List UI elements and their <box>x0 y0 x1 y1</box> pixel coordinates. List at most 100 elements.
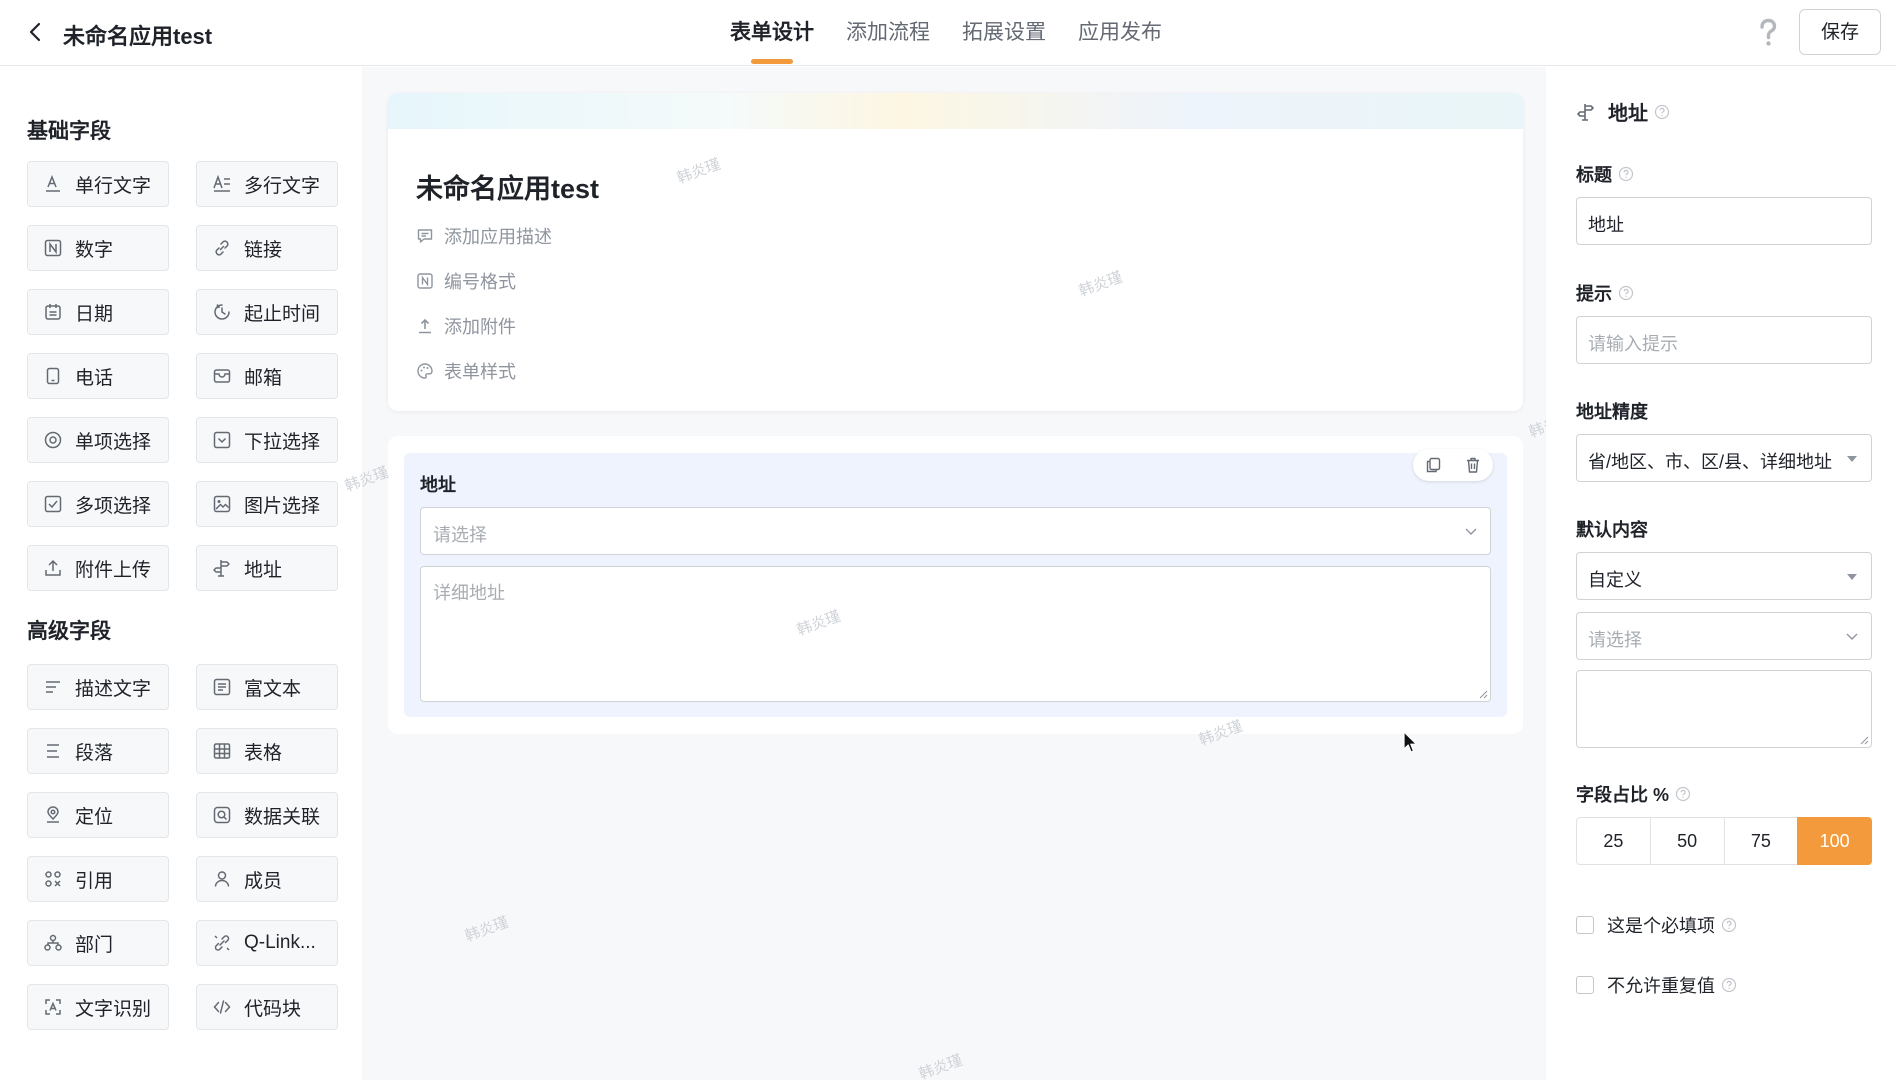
field-image-choice[interactable]: 图片选择 <box>196 481 338 527</box>
copy-icon[interactable] <box>1424 456 1442 474</box>
number-format-link[interactable]: 编号格式 <box>416 268 516 294</box>
ratio-option-100[interactable]: 100 <box>1797 817 1872 865</box>
address-signpost-icon <box>213 560 230 577</box>
rich-text-icon <box>213 678 231 696</box>
no-duplicate-checkbox[interactable] <box>1576 976 1594 994</box>
address-precision-select[interactable]: 省/地区、市、区/县、详细地址 <box>1576 434 1872 482</box>
field-q-link[interactable]: Q-Link... <box>196 920 338 966</box>
number-icon <box>44 239 62 257</box>
tab-add-workflow[interactable]: 添加流程 <box>846 0 930 66</box>
attachment-upload-icon <box>419 318 431 334</box>
field-date[interactable]: 日期 <box>27 289 169 335</box>
resize-handle-icon[interactable] <box>1859 735 1869 745</box>
question-circle-icon[interactable] <box>1721 917 1737 933</box>
question-circle-icon[interactable] <box>1721 977 1737 993</box>
help-icon[interactable] <box>1756 18 1780 48</box>
field-label: 部门 <box>75 934 114 956</box>
precision-label: 地址精度 <box>1576 402 1648 422</box>
ratio-option-50[interactable]: 50 <box>1649 817 1725 865</box>
number-format-icon <box>417 273 433 289</box>
field-label: Q-Link... <box>244 932 316 953</box>
field-toolbar <box>1413 449 1493 481</box>
basic-fields-title: 基础字段 <box>27 120 111 143</box>
text-multiline-icon <box>213 174 230 192</box>
unique-checkbox-row[interactable]: 不允许重复值 <box>1576 972 1737 998</box>
field-label: 单行文字 <box>75 175 152 197</box>
back-arrow-icon[interactable] <box>24 20 48 44</box>
detail-address-textarea[interactable]: 详细地址 <box>420 566 1491 702</box>
field-single-choice[interactable]: 单项选择 <box>27 417 169 463</box>
comment-icon <box>417 229 433 243</box>
field-label: 段落 <box>75 742 114 764</box>
required-checkbox[interactable] <box>1576 916 1594 934</box>
qlink-icon <box>214 935 230 951</box>
field-code-block[interactable]: 代码块 <box>196 984 338 1030</box>
question-circle-icon[interactable] <box>1618 285 1634 301</box>
field-ratio-segmented: 25 50 75 100 <box>1576 817 1872 865</box>
tab-form-design[interactable]: 表单设计 <box>730 0 814 66</box>
no-duplicate-label: 不允许重复值 <box>1607 976 1715 996</box>
ocr-icon <box>45 999 61 1015</box>
field-label: 数据关联 <box>244 806 321 828</box>
field-number[interactable]: 数字 <box>27 225 169 271</box>
form-title[interactable]: 未命名应用test <box>416 167 599 206</box>
field-dropdown[interactable]: 下拉选择 <box>196 417 338 463</box>
field-email[interactable]: 邮箱 <box>196 353 338 399</box>
resize-handle-icon[interactable] <box>1478 689 1488 699</box>
field-multi-choice[interactable]: 多项选择 <box>27 481 169 527</box>
address-field-card[interactable]: 地址 请选择 详细地址 <box>388 436 1523 734</box>
question-circle-icon[interactable] <box>1654 104 1670 120</box>
field-label: 成员 <box>244 870 283 892</box>
region-select[interactable]: 请选择 <box>420 507 1491 555</box>
default-region-select[interactable]: 请选择 <box>1576 612 1872 660</box>
tab-app-publish[interactable]: 应用发布 <box>1078 0 1162 66</box>
field-multi-line-text[interactable]: 多行文字 <box>196 161 338 207</box>
default-detail-textarea[interactable] <box>1576 670 1872 748</box>
description-icon <box>46 681 60 693</box>
field-department[interactable]: 部门 <box>27 920 169 966</box>
field-phone[interactable]: 电话 <box>27 353 169 399</box>
table-icon <box>213 743 231 759</box>
field-text-recognition[interactable]: 文字识别 <box>27 984 169 1030</box>
field-description-text[interactable]: 描述文字 <box>27 664 169 710</box>
required-checkbox-row[interactable]: 这是个必填项 <box>1576 912 1737 938</box>
field-reference[interactable]: 引用 <box>27 856 169 902</box>
field-label: 附件上传 <box>75 559 152 581</box>
upload-icon <box>45 559 61 576</box>
field-data-association[interactable]: 数据关联 <box>196 792 338 838</box>
field-link[interactable]: 链接 <box>196 225 338 271</box>
ratio-option-75[interactable]: 75 <box>1723 817 1799 865</box>
selected-field-block[interactable]: 地址 请选择 详细地址 <box>404 449 1507 717</box>
add-attachment-link[interactable]: 添加附件 <box>416 313 516 339</box>
question-circle-icon[interactable] <box>1618 166 1634 182</box>
field-member[interactable]: 成员 <box>196 856 338 902</box>
form-style-link[interactable]: 表单样式 <box>416 358 516 384</box>
add-description-link[interactable]: 添加应用描述 <box>416 223 552 249</box>
field-attachment-upload[interactable]: 附件上传 <box>27 545 169 591</box>
default-mode-select[interactable]: 自定义 <box>1576 552 1872 600</box>
field-label: 引用 <box>75 870 114 892</box>
field-label: 地址 <box>244 559 283 581</box>
select-placeholder: 请选择 <box>433 525 487 545</box>
dropdown-icon <box>213 431 231 449</box>
properties-title: 地址 <box>1608 103 1648 125</box>
field-address[interactable]: 地址 <box>196 545 338 591</box>
radio-icon <box>44 431 62 449</box>
hint-input[interactable]: 请输入提示 <box>1576 316 1872 364</box>
field-paragraph[interactable]: 段落 <box>27 728 169 774</box>
save-button[interactable]: 保存 <box>1799 9 1881 55</box>
title-input[interactable]: 地址 <box>1576 197 1872 245</box>
question-circle-icon[interactable] <box>1675 786 1691 802</box>
ratio-option-25[interactable]: 25 <box>1576 817 1651 865</box>
field-location[interactable]: 定位 <box>27 792 169 838</box>
field-time-range[interactable]: 起止时间 <box>196 289 338 335</box>
field-label: 多项选择 <box>75 495 152 517</box>
field-single-line-text[interactable]: 单行文字 <box>27 161 169 207</box>
field-label: 单项选择 <box>75 431 152 453</box>
field-title: 地址 <box>420 475 456 495</box>
tab-extension-settings[interactable]: 拓展设置 <box>962 0 1046 66</box>
delete-icon[interactable] <box>1464 456 1482 474</box>
field-table[interactable]: 表格 <box>196 728 338 774</box>
field-rich-text[interactable]: 富文本 <box>196 664 338 710</box>
field-palette: 基础字段 单行文字 多行文字 数字 链接 日期 起止时间 电话 邮箱 单项选择 <box>0 67 362 1080</box>
